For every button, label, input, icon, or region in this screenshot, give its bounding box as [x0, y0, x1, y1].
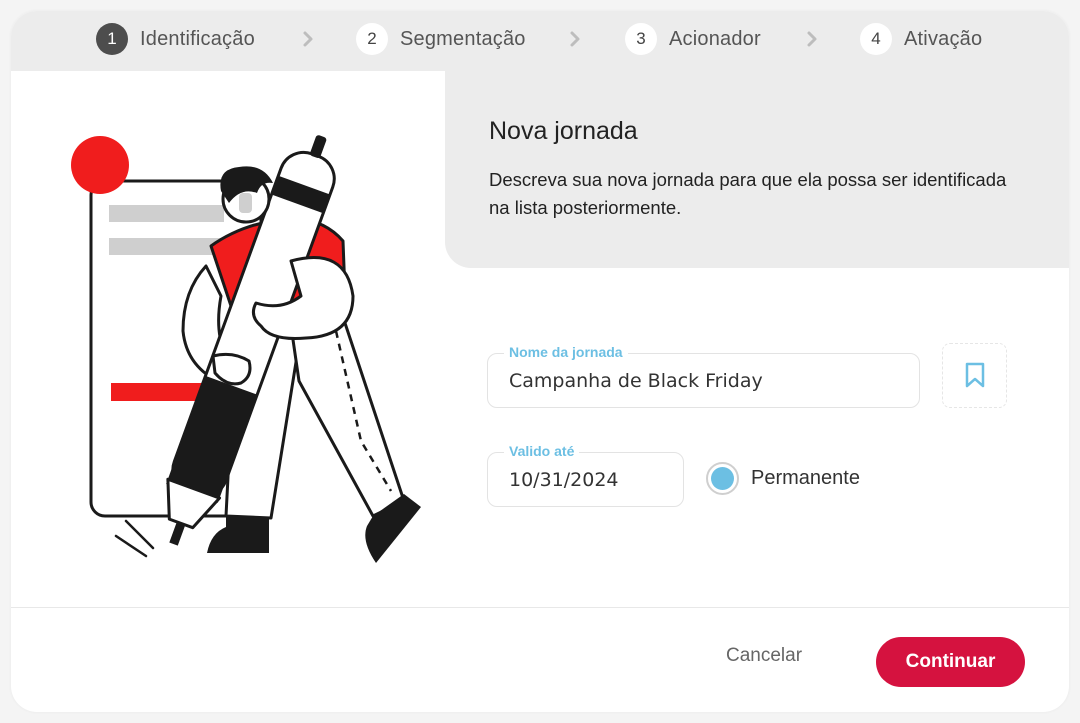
page-title: Nova jornada	[489, 117, 638, 145]
journey-wizard-card: 1 Identificação 2 Segmentação 3 Acionado…	[11, 11, 1069, 712]
info-panel: Nova jornada Descreva sua nova jornada p…	[445, 71, 1069, 268]
continue-button[interactable]: Continuar	[876, 637, 1025, 687]
cancel-button[interactable]: Cancelar	[726, 645, 802, 667]
step-acionador[interactable]: 3 Acionador	[625, 23, 761, 55]
chevron-right-icon	[303, 31, 313, 47]
footer-divider	[11, 607, 1069, 608]
step-number: 3	[625, 23, 657, 55]
permanent-radio[interactable]	[706, 462, 739, 495]
step-ativacao[interactable]: 4 Ativação	[860, 23, 982, 55]
step-label: Ativação	[904, 27, 983, 50]
chevron-right-icon	[807, 31, 817, 47]
step-number: 2	[356, 23, 388, 55]
person-with-pencil-illustration	[71, 135, 421, 563]
journey-name-field: Nome da jornada	[487, 344, 920, 408]
valid-until-field: Valido até	[487, 443, 684, 507]
step-identificacao[interactable]: 1 Identificação	[96, 23, 255, 55]
journey-name-input[interactable]	[509, 354, 910, 407]
valid-until-input[interactable]	[509, 453, 674, 506]
step-segmentacao[interactable]: 2 Segmentação	[356, 23, 526, 55]
step-number: 1	[96, 23, 128, 55]
step-number: 4	[860, 23, 892, 55]
bookmark-button[interactable]	[942, 343, 1007, 408]
step-label: Segmentação	[400, 27, 526, 50]
permanent-label: Permanente	[751, 467, 860, 489]
step-label: Identificação	[140, 27, 255, 50]
permanent-option[interactable]: Permanente	[706, 462, 860, 495]
chevron-right-icon	[570, 31, 580, 47]
wizard-stepper: 1 Identificação 2 Segmentação 3 Acionado…	[11, 11, 1069, 71]
step-label: Acionador	[669, 27, 761, 50]
page-description: Descreva sua nova jornada para que ela p…	[489, 169, 1007, 218]
radio-selected-dot	[711, 467, 734, 490]
bookmark-icon	[965, 362, 984, 388]
